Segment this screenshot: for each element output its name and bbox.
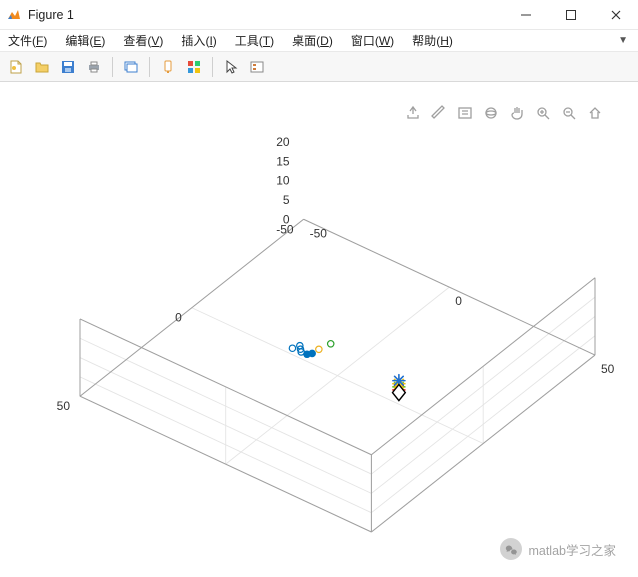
menu-window[interactable]: 窗口(W)	[347, 31, 398, 50]
svg-text:5: 5	[283, 193, 290, 207]
plot-area: 05101520-50050-50050 matlab学习之家	[0, 82, 638, 574]
matlab-figure-icon	[6, 7, 22, 23]
home-icon[interactable]	[586, 104, 604, 122]
svg-text:15: 15	[276, 154, 290, 168]
zoom-out-icon[interactable]	[560, 104, 578, 122]
wechat-icon	[500, 538, 522, 560]
menu-help[interactable]: 帮助(H)	[408, 31, 457, 50]
data-cursor-button[interactable]	[156, 55, 180, 79]
toolbar	[0, 52, 638, 82]
axes-3d[interactable]: 05101520-50050-50050	[0, 82, 638, 574]
menu-view[interactable]: 查看(V)	[119, 31, 167, 50]
svg-text:50: 50	[601, 362, 615, 376]
maximize-button[interactable]	[548, 0, 593, 30]
toolbar-separator	[112, 57, 113, 77]
axes-toolbar	[404, 104, 604, 122]
watermark-text: matlab学习之家	[528, 540, 616, 559]
svg-text:-50: -50	[276, 222, 294, 236]
svg-text:20: 20	[276, 135, 290, 149]
svg-text:-50: -50	[310, 226, 328, 240]
color-grid-button[interactable]	[182, 55, 206, 79]
watermark: matlab学习之家	[500, 538, 616, 560]
menu-tools[interactable]: 工具(T)	[231, 31, 278, 50]
menu-overflow-icon[interactable]: ▼	[618, 35, 634, 46]
menubar: 文件(F) 编辑(E) 查看(V) 插入(I) 工具(T) 桌面(D) 窗口(W…	[0, 30, 638, 52]
svg-text:0: 0	[175, 311, 182, 325]
export-icon[interactable]	[404, 104, 422, 122]
menu-insert[interactable]: 插入(I)	[177, 31, 220, 50]
titlebar: Figure 1	[0, 0, 638, 30]
save-button[interactable]	[56, 55, 80, 79]
zoom-in-icon[interactable]	[534, 104, 552, 122]
menu-file[interactable]: 文件(F)	[4, 31, 51, 50]
link-plot-button[interactable]	[119, 55, 143, 79]
toolbar-separator	[149, 57, 150, 77]
open-file-button[interactable]	[30, 55, 54, 79]
minimize-button[interactable]	[503, 0, 548, 30]
svg-text:0: 0	[455, 294, 462, 308]
svg-text:10: 10	[276, 174, 290, 188]
svg-text:50: 50	[57, 399, 71, 413]
rotate-3d-icon[interactable]	[482, 104, 500, 122]
window-title: Figure 1	[28, 8, 74, 22]
insert-legend-button[interactable]	[245, 55, 269, 79]
menu-desktop[interactable]: 桌面(D)	[288, 31, 337, 50]
pan-icon[interactable]	[508, 104, 526, 122]
brush-icon[interactable]	[430, 104, 448, 122]
close-button[interactable]	[593, 0, 638, 30]
menu-edit[interactable]: 编辑(E)	[61, 31, 109, 50]
new-figure-button[interactable]	[4, 55, 28, 79]
note-icon[interactable]	[456, 104, 474, 122]
pointer-button[interactable]	[219, 55, 243, 79]
toolbar-separator	[212, 57, 213, 77]
print-button[interactable]	[82, 55, 106, 79]
